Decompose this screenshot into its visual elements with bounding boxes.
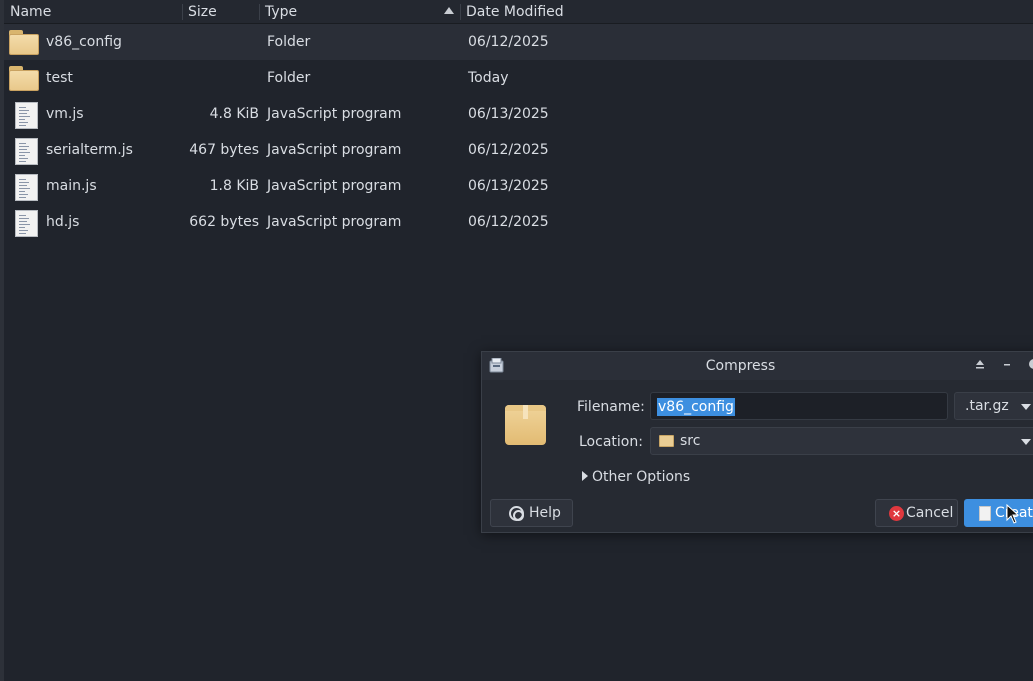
file-size: 1.8 KiB bbox=[209, 178, 259, 194]
dialog-titlebar[interactable]: Compress bbox=[482, 352, 1033, 380]
file-type: Folder bbox=[267, 34, 311, 50]
file-row[interactable]: vm.js 4.8 KiB JavaScript program 06/13/2025 bbox=[4, 96, 1033, 132]
close-button[interactable] bbox=[1027, 358, 1033, 372]
file-type: JavaScript program bbox=[267, 142, 402, 158]
folder-icon bbox=[9, 30, 39, 55]
file-name: vm.js bbox=[46, 106, 84, 122]
keep-above-button[interactable] bbox=[973, 358, 987, 372]
dialog-title: Compress bbox=[705, 358, 776, 374]
file-size: 4.8 KiB bbox=[209, 106, 259, 122]
file-type: JavaScript program bbox=[267, 178, 402, 194]
compress-dialog: Compress Filename: v86_config .tar.gz Lo… bbox=[481, 351, 1033, 533]
column-header-type[interactable]: Type bbox=[265, 0, 297, 24]
help-icon bbox=[509, 506, 524, 521]
cancel-label: Cancel bbox=[906, 505, 954, 521]
file-date-modified: Today bbox=[468, 70, 509, 86]
file-date-modified: 06/12/2025 bbox=[468, 214, 549, 230]
chevron-down-icon bbox=[1021, 404, 1031, 410]
file-row[interactable]: main.js 1.8 KiB JavaScript program 06/13/20… bbox=[4, 168, 1033, 204]
javascript-file-icon bbox=[15, 210, 38, 237]
file-type: JavaScript program bbox=[267, 106, 402, 122]
column-header-size[interactable]: Size bbox=[188, 0, 217, 24]
chevron-down-icon bbox=[1021, 439, 1031, 445]
file-size: 467 bytes bbox=[189, 142, 259, 158]
file-size bbox=[109, 24, 259, 60]
file-date-modified: 06/13/2025 bbox=[468, 178, 549, 194]
file-row[interactable]: test Folder Today bbox=[4, 60, 1033, 96]
help-button[interactable]: Help bbox=[490, 499, 573, 527]
expander-arrow-icon bbox=[582, 471, 588, 481]
file-size bbox=[109, 60, 259, 96]
file-row[interactable]: serialterm.js 467 bytes JavaScript program… bbox=[4, 132, 1033, 168]
minimize-button[interactable] bbox=[1000, 358, 1014, 372]
extension-dropdown[interactable]: .tar.gz bbox=[954, 392, 1033, 420]
file-row[interactable]: hd.js 662 bytes JavaScript program 06/12/20… bbox=[4, 204, 1033, 240]
close-icon bbox=[1029, 359, 1033, 369]
column-header-date-modified[interactable]: Date Modified bbox=[466, 0, 564, 24]
extension-value: .tar.gz bbox=[965, 398, 1009, 414]
file-type: JavaScript program bbox=[267, 214, 402, 230]
file-size: 662 bytes bbox=[189, 214, 259, 230]
file-name: hd.js bbox=[46, 214, 80, 230]
create-button[interactable]: Create bbox=[964, 499, 1033, 527]
filename-label: Filename: bbox=[577, 399, 645, 415]
package-icon bbox=[505, 405, 546, 445]
column-divider[interactable] bbox=[460, 4, 461, 20]
other-options-label: Other Options bbox=[592, 469, 691, 485]
location-label: Location: bbox=[579, 434, 643, 450]
file-name: test bbox=[46, 70, 73, 86]
mouse-pointer-icon bbox=[1006, 504, 1020, 524]
file-name: main.js bbox=[46, 178, 97, 194]
cancel-icon: × bbox=[889, 506, 904, 521]
file-date-modified: 06/13/2025 bbox=[468, 106, 549, 122]
folder-icon bbox=[9, 66, 39, 91]
minimize-icon bbox=[1004, 364, 1010, 366]
location-value: src bbox=[680, 433, 701, 449]
location-dropdown[interactable]: src bbox=[650, 427, 1033, 455]
column-divider[interactable] bbox=[182, 4, 183, 20]
create-archive-icon bbox=[979, 506, 991, 521]
cancel-button[interactable]: × Cancel bbox=[875, 499, 958, 527]
column-header-row: Name Size Type Date Modified bbox=[4, 0, 1033, 24]
javascript-file-icon bbox=[15, 174, 38, 201]
sort-ascending-icon bbox=[444, 7, 454, 14]
javascript-file-icon bbox=[15, 138, 38, 165]
help-label: Help bbox=[529, 505, 561, 521]
file-row[interactable]: v86_config Folder 06/12/2025 bbox=[4, 24, 1033, 60]
column-header-name[interactable]: Name bbox=[10, 0, 51, 24]
filename-value: v86_config bbox=[657, 398, 735, 416]
eject-icon bbox=[976, 360, 984, 369]
folder-icon bbox=[659, 435, 674, 447]
filename-input[interactable]: v86_config bbox=[650, 392, 948, 420]
file-date-modified: 06/12/2025 bbox=[468, 142, 549, 158]
file-list-view: Name Size Type Date Modified v86_config F… bbox=[0, 0, 1033, 681]
javascript-file-icon bbox=[15, 102, 38, 129]
file-date-modified: 06/12/2025 bbox=[468, 34, 549, 50]
file-type: Folder bbox=[267, 70, 311, 86]
column-divider[interactable] bbox=[259, 4, 260, 20]
